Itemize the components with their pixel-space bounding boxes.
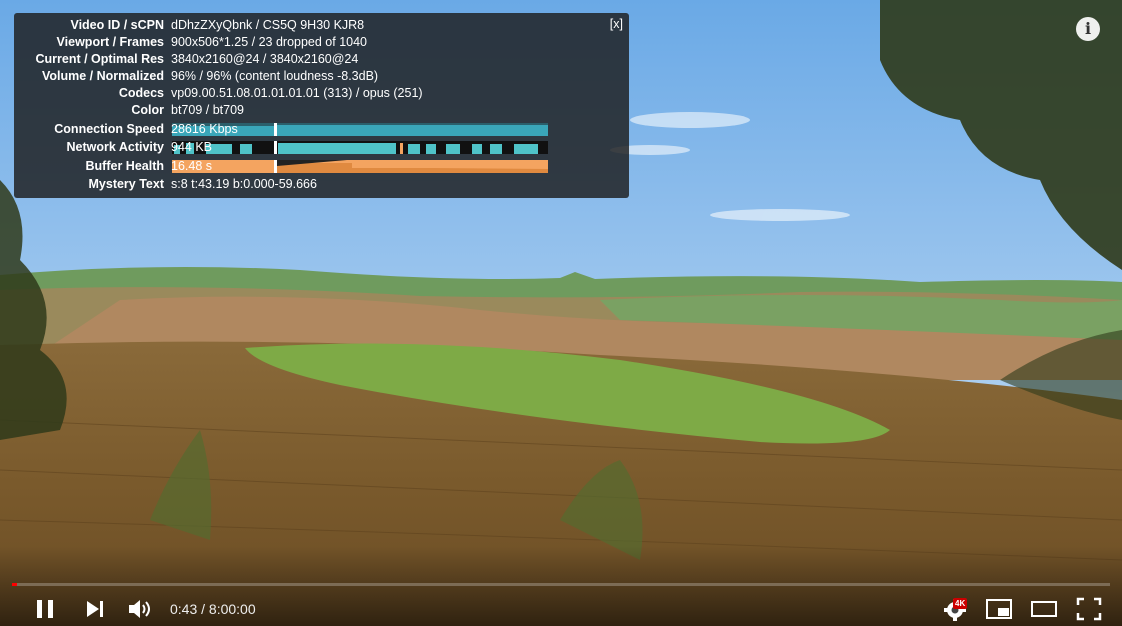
stats-value: 900x506*1.25 / 23 dropped of 1040 [171, 35, 368, 49]
stats-row-connection-speed: Connection Speed 28616 Kbps [14, 121, 629, 138]
network-activity-value: 944 KB [171, 140, 213, 154]
network-activity-graph [172, 141, 548, 154]
stats-row-video-id: Video ID / sCPN dDhzZXyQbnk / CS5Q 9H30 … [14, 17, 629, 34]
stats-row-buffer-health: Buffer Health 16.48 s [14, 158, 629, 175]
stats-row-network-activity: Network Activity 944 KB [14, 139, 629, 156]
quality-badge: 4K [953, 598, 968, 609]
stats-value: 3840x2160@24 / 3840x2160@24 [171, 52, 359, 66]
stats-key: Mystery Text [88, 177, 165, 191]
stats-key: Color [131, 103, 164, 117]
stats-value: vp09.00.51.08.01.01.01.01 (313) / opus (… [171, 86, 423, 100]
pause-icon[interactable] [32, 596, 58, 622]
fullscreen-icon[interactable] [1075, 596, 1103, 622]
volume-icon[interactable] [126, 596, 154, 622]
stats-for-nerds-panel: [x] Video ID / sCPN dDhzZXyQbnk / CS5Q 9… [14, 13, 629, 198]
progress-played [12, 583, 18, 586]
time-display: 0:43 / 8:00:00 [170, 601, 256, 617]
stats-value: bt709 / bt709 [171, 103, 244, 117]
stats-key: Current / Optimal Res [35, 52, 165, 66]
buffer-health-graph [172, 160, 548, 173]
stats-value: s:8 t:43.19 b:0.000-59.666 [171, 177, 317, 191]
info-icon[interactable]: i [1076, 17, 1100, 41]
stats-key: Network Activity [66, 140, 164, 154]
next-icon[interactable] [82, 596, 108, 622]
stats-key: Codecs [118, 86, 164, 100]
stats-row-viewport: Viewport / Frames 900x506*1.25 / 23 drop… [14, 34, 629, 51]
stats-row-volume: Volume / Normalized 96% / 96% (content l… [14, 68, 629, 85]
stats-key: Volume / Normalized [41, 69, 164, 83]
stats-key: Viewport / Frames [56, 35, 164, 49]
stats-value: dDhzZXyQbnk / CS5Q 9H30 KJR8 [171, 18, 365, 32]
stats-key: Buffer Health [85, 159, 164, 173]
buffer-health-value: 16.48 s [171, 159, 213, 173]
progress-bar[interactable] [12, 583, 1110, 586]
connection-speed-value: 28616 Kbps [171, 122, 238, 136]
stats-row-codecs: Codecs vp09.00.51.08.01.01.01.01 (313) /… [14, 85, 629, 102]
miniplayer-icon[interactable] [985, 596, 1013, 622]
theater-icon[interactable] [1030, 596, 1058, 622]
stats-value: 96% / 96% (content loudness -8.3dB) [171, 69, 379, 83]
stats-row-resolution: Current / Optimal Res 3840x2160@24 / 384… [14, 51, 629, 68]
stats-row-mystery-text: Mystery Text s:8 t:43.19 b:0.000-59.666 [14, 176, 629, 193]
video-player[interactable]: [x] Video ID / sCPN dDhzZXyQbnk / CS5Q 9… [0, 0, 1122, 626]
stats-row-color: Color bt709 / bt709 [14, 102, 629, 119]
stats-key: Video ID / sCPN [70, 18, 164, 32]
stats-key: Connection Speed [54, 122, 164, 136]
